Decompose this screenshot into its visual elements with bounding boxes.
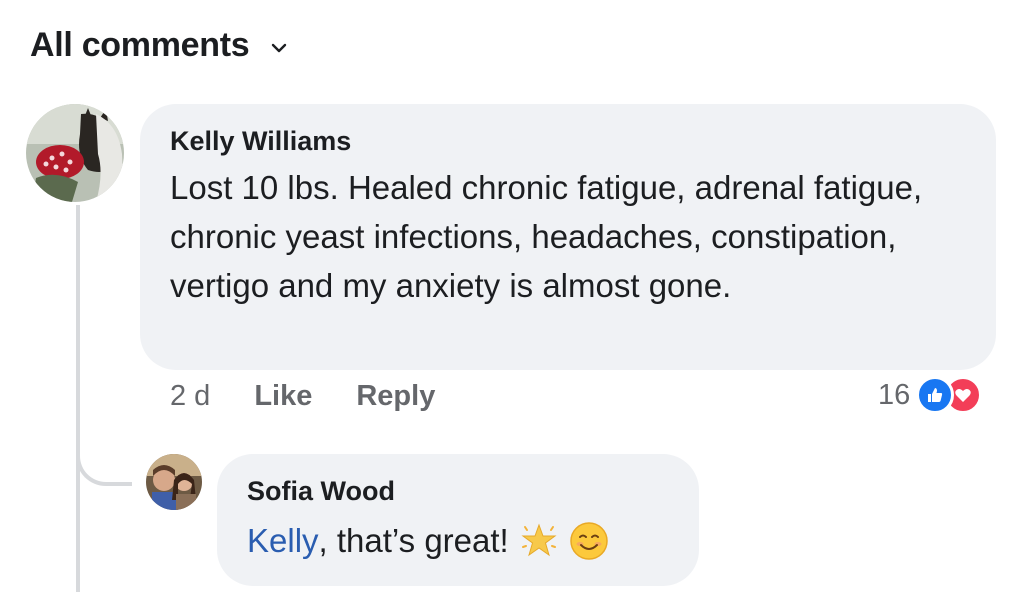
reply-text: Kelly , that’s great! bbox=[247, 519, 669, 563]
avatar[interactable] bbox=[146, 454, 202, 510]
comments-filter-title[interactable]: All comments bbox=[30, 26, 250, 65]
avatar[interactable] bbox=[26, 104, 124, 202]
smiling-face-icon bbox=[569, 521, 609, 561]
reply-body: , that’s great! bbox=[318, 522, 509, 559]
thread-connector bbox=[76, 420, 132, 486]
chevron-down-icon[interactable] bbox=[271, 40, 287, 56]
like-button[interactable]: Like bbox=[254, 380, 312, 413]
reactions-summary[interactable]: 16 bbox=[878, 376, 983, 414]
comments-header[interactable]: All comments bbox=[30, 26, 287, 65]
mention-link[interactable]: Kelly bbox=[247, 519, 319, 563]
thread-line bbox=[76, 205, 80, 592]
reply-author[interactable]: Sofia Wood bbox=[247, 476, 669, 507]
sparkle-star-icon bbox=[519, 521, 559, 561]
reaction-count[interactable]: 16 bbox=[878, 379, 910, 412]
comment-actions: 2 d Like Reply bbox=[170, 380, 479, 413]
reply-bubble: Sofia Wood Kelly , that’s great! bbox=[217, 454, 699, 586]
comment-timestamp[interactable]: 2 d bbox=[170, 380, 210, 413]
comment-bubble: Kelly Williams Lost 10 lbs. Healed chron… bbox=[140, 104, 996, 370]
reply-button[interactable]: Reply bbox=[356, 380, 435, 413]
comment-text: Lost 10 lbs. Healed chronic fatigue, adr… bbox=[170, 169, 923, 304]
comment-author[interactable]: Kelly Williams bbox=[170, 126, 966, 157]
like-reaction-icon bbox=[916, 376, 955, 414]
